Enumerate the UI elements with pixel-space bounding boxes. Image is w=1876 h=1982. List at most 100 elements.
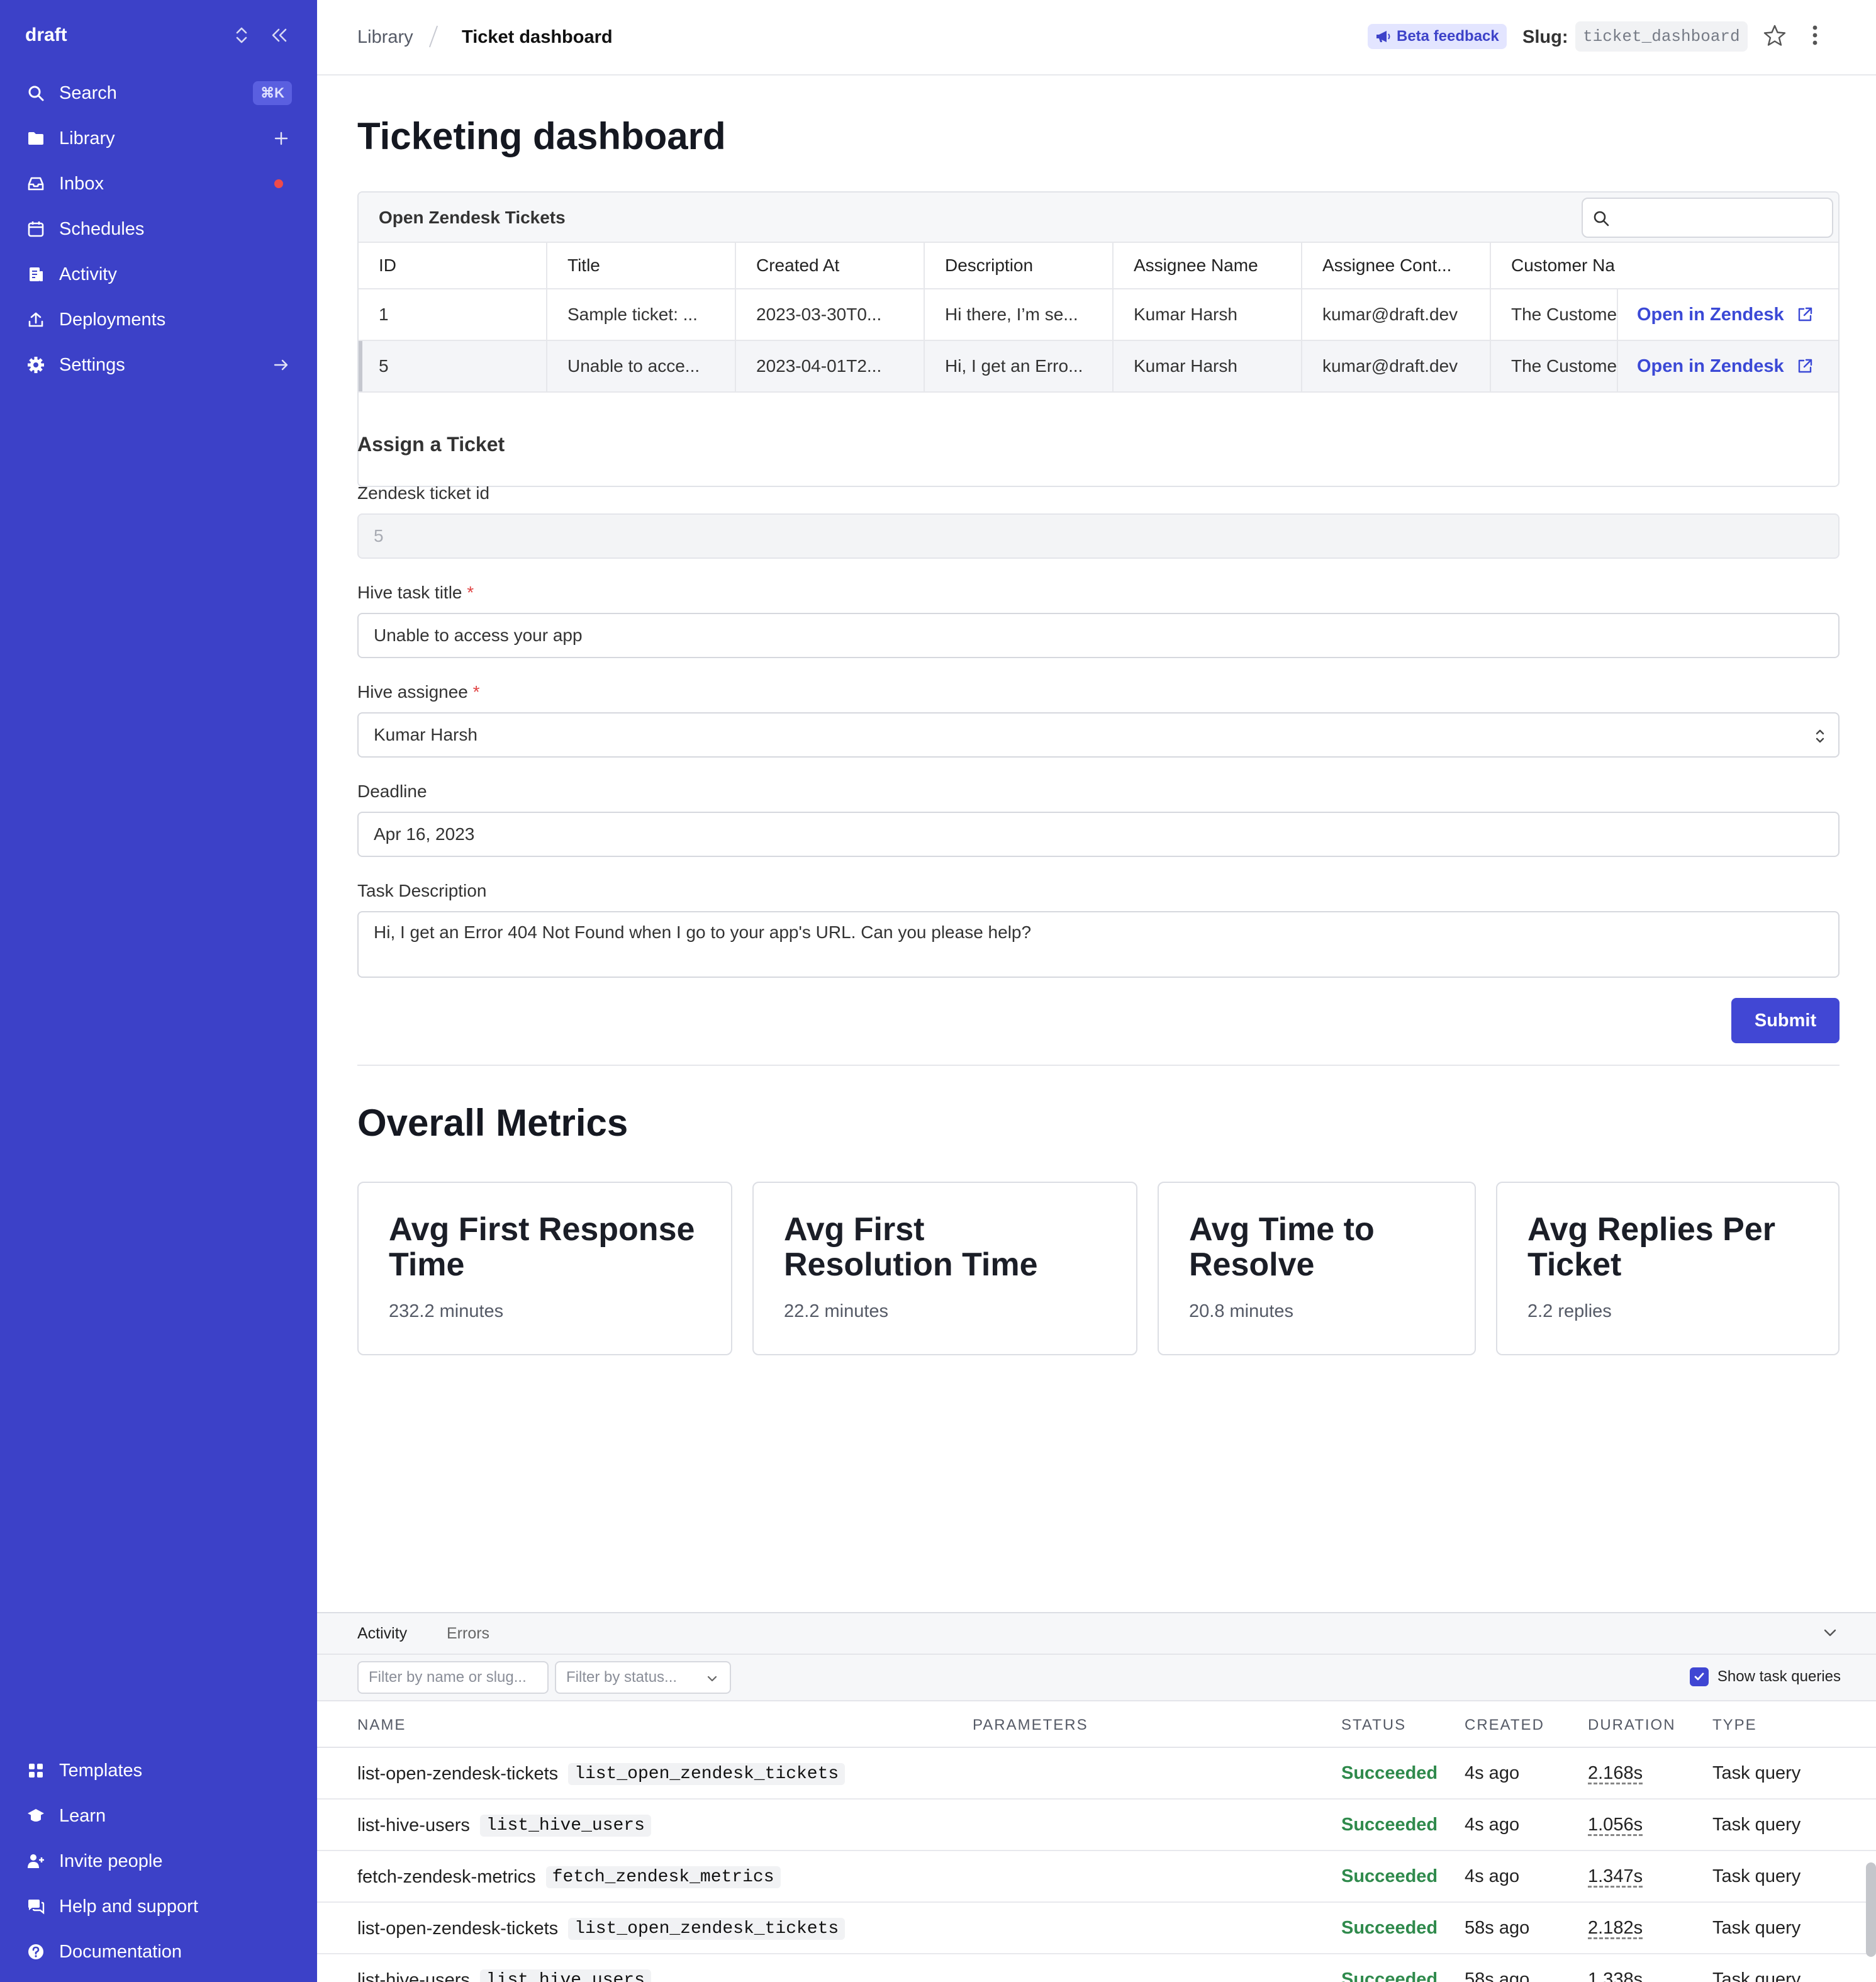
breadcrumb-current: Ticket dashboard bbox=[462, 26, 613, 47]
run-row[interactable]: list-hive-users list_hive_users Succeeded… bbox=[317, 1954, 1876, 1982]
beta-feedback-button[interactable]: Beta feedback bbox=[1368, 24, 1507, 49]
task-description-textarea[interactable]: Hi, I get an Error 404 Not Found when I … bbox=[357, 911, 1840, 978]
open-in-zendesk-link[interactable]: Open in Zendesk bbox=[1637, 305, 1813, 325]
open-in-zendesk-label: Open in Zendesk bbox=[1637, 356, 1784, 376]
filter-status-select[interactable]: Filter by status... bbox=[555, 1661, 731, 1694]
run-row[interactable]: list-hive-users list_hive_users Succeeded… bbox=[317, 1800, 1876, 1851]
metric-card-time-to-resolve: Avg Time to Resolve 20.8 minutes bbox=[1158, 1182, 1476, 1355]
column-header-customer-name[interactable]: Customer Na bbox=[1491, 243, 1617, 288]
sidebar-nav: Search ⌘K Library Inbox Schedules Activi… bbox=[15, 70, 302, 388]
megaphone-icon bbox=[1376, 31, 1390, 42]
column-header-description[interactable]: Description bbox=[925, 243, 1114, 288]
page-title: Ticketing dashboard bbox=[357, 115, 726, 157]
form-title: Assign a Ticket bbox=[357, 433, 505, 456]
header-status: STATUS bbox=[1341, 1716, 1407, 1733]
sidebar-item-label: Help and support bbox=[59, 1896, 198, 1917]
panel-tabs: Activity Errors bbox=[317, 1613, 1876, 1655]
show-task-queries-toggle[interactable]: Show task queries bbox=[1689, 1667, 1841, 1686]
activity-panel: Activity Errors Filter by name or slug..… bbox=[317, 1612, 1876, 1982]
chevron-up-down-icon[interactable] bbox=[229, 23, 254, 48]
header-parameters: PARAMETERS bbox=[973, 1716, 1088, 1733]
workspace-switcher[interactable]: draft bbox=[25, 23, 292, 48]
sidebar-item-learn[interactable]: Learn bbox=[15, 1793, 302, 1839]
workspace-name: draft bbox=[25, 25, 67, 45]
upload-icon bbox=[25, 309, 47, 330]
run-status: Succeeded bbox=[1341, 1866, 1438, 1886]
column-header-assignee-name[interactable]: Assignee Name bbox=[1114, 243, 1302, 288]
ticket-id-field: 5 bbox=[357, 513, 1840, 559]
run-name-cell: list-open-zendesk-tickets list_open_zende… bbox=[357, 1763, 846, 1785]
plus-icon[interactable] bbox=[271, 128, 292, 149]
sidebar-item-deployments[interactable]: Deployments bbox=[15, 297, 302, 342]
sidebar-item-help[interactable]: Help and support bbox=[15, 1884, 302, 1929]
cell-title: Unable to acce... bbox=[547, 341, 736, 391]
run-created: 4s ago bbox=[1465, 1763, 1520, 1783]
run-name: list-hive-users bbox=[357, 1815, 470, 1835]
deadline-input[interactable]: Apr 16, 2023 bbox=[357, 812, 1840, 857]
run-row[interactable]: fetch-zendesk-metrics fetch_zendesk_metri… bbox=[317, 1851, 1876, 1903]
sidebar-item-label: Activity bbox=[59, 264, 117, 284]
table-row[interactable]: 1 Sample ticket: ... 2023-03-30T0... Hi … bbox=[359, 289, 1838, 341]
sidebar-item-schedules[interactable]: Schedules bbox=[15, 206, 302, 252]
slug-value[interactable]: ticket_dashboard bbox=[1575, 21, 1748, 52]
star-icon[interactable] bbox=[1763, 24, 1787, 51]
folder-icon bbox=[25, 128, 47, 149]
sidebar-item-library[interactable]: Library bbox=[15, 116, 302, 161]
column-header-created-at[interactable]: Created At bbox=[736, 243, 925, 288]
table-search-input[interactable] bbox=[1582, 198, 1833, 238]
sidebar-item-label: Learn bbox=[59, 1805, 106, 1826]
table-row-selected[interactable]: 5 Unable to acce... 2023-04-01T2... Hi, … bbox=[359, 341, 1838, 393]
task-title-input[interactable]: Unable to access your app bbox=[357, 613, 1840, 658]
run-row[interactable]: list-open-zendesk-tickets list_open_zende… bbox=[317, 1903, 1876, 1954]
submit-button[interactable]: Submit bbox=[1731, 998, 1840, 1043]
run-slug: list_hive_users bbox=[479, 1969, 651, 1982]
sidebar-item-settings[interactable]: Settings bbox=[15, 342, 302, 388]
sidebar-item-label: Templates bbox=[59, 1760, 143, 1781]
search-icon bbox=[25, 82, 47, 104]
cell-assignee-contact: kumar@draft.dev bbox=[1302, 341, 1491, 391]
run-status: Succeeded bbox=[1341, 1763, 1438, 1783]
assignee-select[interactable]: Kumar Harsh bbox=[357, 712, 1840, 758]
cell-created-at: 2023-04-01T2... bbox=[736, 341, 925, 391]
more-options-icon[interactable] bbox=[1811, 23, 1819, 51]
sidebar-item-templates[interactable]: Templates bbox=[15, 1748, 302, 1793]
sidebar-item-label: Search bbox=[59, 82, 117, 103]
sidebar-item-inbox[interactable]: Inbox bbox=[15, 161, 302, 206]
external-link-icon bbox=[1798, 307, 1812, 322]
filter-name-input[interactable]: Filter by name or slug... bbox=[357, 1661, 549, 1694]
tab-errors[interactable]: Errors bbox=[447, 1625, 489, 1643]
run-name-cell: list-hive-users list_hive_users bbox=[357, 1969, 651, 1982]
chat-icon bbox=[25, 1896, 47, 1917]
chevron-down-icon[interactable] bbox=[1822, 1625, 1838, 1645]
sidebar-footer-nav: Templates Learn Invite people Help and s… bbox=[15, 1748, 302, 1974]
column-header-id[interactable]: ID bbox=[359, 243, 547, 288]
header-duration: DURATION bbox=[1588, 1716, 1676, 1733]
metric-value: 20.8 minutes bbox=[1189, 1301, 1294, 1321]
breadcrumb-library[interactable]: Library bbox=[357, 27, 413, 48]
column-header-title[interactable]: Title bbox=[547, 243, 736, 288]
sidebar-item-activity[interactable]: Activity bbox=[15, 252, 302, 297]
top-bar: Library Ticket dashboard Beta feedback S… bbox=[317, 0, 1876, 76]
run-duration: 1.347s bbox=[1588, 1866, 1643, 1886]
beta-feedback-label: Beta feedback bbox=[1397, 28, 1499, 45]
checkbox-checked[interactable] bbox=[1689, 1667, 1709, 1686]
metric-value: 22.2 minutes bbox=[784, 1301, 889, 1321]
open-in-zendesk-link[interactable]: Open in Zendesk bbox=[1637, 356, 1813, 377]
run-duration: 1.338s bbox=[1588, 1969, 1643, 1982]
panel-vertical-scrollbar[interactable] bbox=[1866, 1862, 1876, 1957]
sidebar-item-invite-people[interactable]: Invite people bbox=[15, 1839, 302, 1884]
panel-filters: Filter by name or slug... Filter by stat… bbox=[317, 1655, 1876, 1701]
sidebar-item-search[interactable]: Search ⌘K bbox=[15, 70, 302, 116]
run-status: Succeeded bbox=[1341, 1815, 1438, 1835]
tab-activity[interactable]: Activity bbox=[357, 1625, 407, 1643]
sidebar: draft Search ⌘K Library Inbox Schedules bbox=[0, 0, 317, 1982]
collapse-sidebar-icon[interactable] bbox=[267, 23, 292, 48]
sidebar-item-documentation[interactable]: Documentation bbox=[15, 1929, 302, 1974]
header-name: NAME bbox=[357, 1716, 406, 1733]
column-header-assignee-contact[interactable]: Assignee Cont... bbox=[1302, 243, 1491, 288]
run-row[interactable]: list-open-zendesk-tickets list_open_zende… bbox=[317, 1748, 1876, 1800]
run-type: Task query bbox=[1712, 1918, 1801, 1938]
row-action-cell: Open in Zendesk bbox=[1617, 341, 1838, 391]
tickets-table: Open Zendesk Tickets ID Title Created At… bbox=[357, 191, 1840, 487]
required-marker: * bbox=[467, 583, 474, 602]
